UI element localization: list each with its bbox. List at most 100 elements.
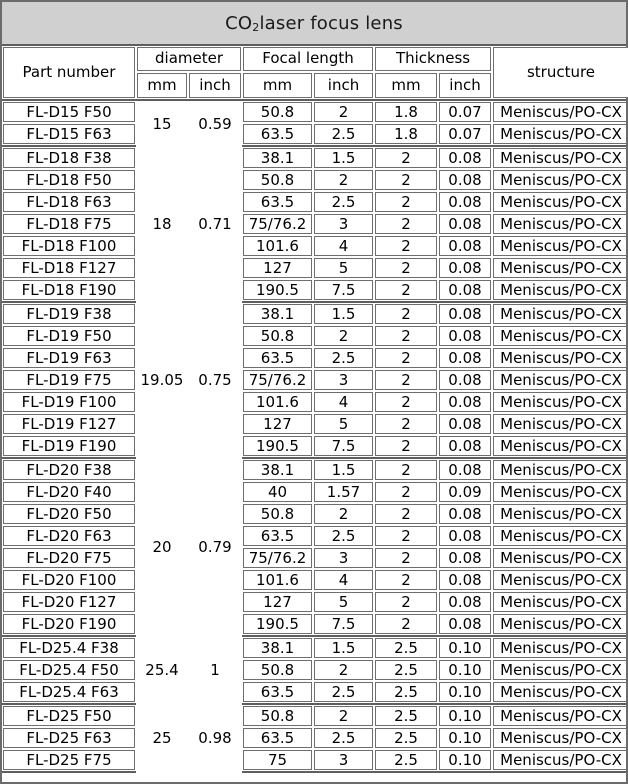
focal-length-inch-cell: 3 xyxy=(313,213,374,235)
header-focal-length-label: Focal length xyxy=(243,47,373,71)
part-number-cell: FL-D19 F63 xyxy=(2,347,136,369)
focal-length-mm: 101.6 xyxy=(243,236,312,256)
focal-length-inch: 5 xyxy=(314,258,373,278)
structure-value-cell: Meniscus/PO-CX xyxy=(492,146,626,169)
focal-length-inch: 2 xyxy=(314,504,373,524)
part-number-cell: FL-D20 F38 xyxy=(2,458,136,481)
focal-length-mm: 50.8 xyxy=(243,660,312,680)
focal-length-inch: 2 xyxy=(314,706,373,726)
thickness-mm: 2.5 xyxy=(375,750,437,770)
structure-value: Meniscus/PO-CX xyxy=(493,348,626,368)
header-cell-thickness-mm: mm xyxy=(374,72,438,99)
thickness-mm: 2.5 xyxy=(375,728,437,748)
focal-length-mm-cell: 190.5 xyxy=(242,435,313,459)
focal-length-mm-cell: 50.8 xyxy=(242,169,313,191)
header-cell-structure: structure xyxy=(492,46,628,99)
focal-length-mm-cell: 101.6 xyxy=(242,235,313,257)
thickness-mm-cell: 2 xyxy=(374,591,438,613)
thickness-mm: 2 xyxy=(375,370,437,390)
part-number: FL-D20 F40 xyxy=(3,482,135,502)
structure-value: Meniscus/PO-CX xyxy=(493,148,626,168)
thickness-mm: 2 xyxy=(375,526,437,546)
thickness-inch-cell: 0.08 xyxy=(438,191,492,213)
thickness-mm: 2 xyxy=(375,236,437,256)
thickness-inch: 0.08 xyxy=(439,148,491,168)
part-number: FL-D18 F127 xyxy=(3,258,135,278)
focal-length-inch-cell: 3 xyxy=(313,369,374,391)
part-number-cell: FL-D19 F100 xyxy=(2,391,136,413)
thickness-mm-cell: 2 xyxy=(374,257,438,279)
thickness-mm-cell: 2 xyxy=(374,169,438,191)
part-number: FL-D25.4 F38 xyxy=(3,638,135,658)
focal-length-inch: 7.5 xyxy=(314,436,373,456)
structure-value: Meniscus/PO-CX xyxy=(493,102,626,122)
focal-length-mm-cell: 50.8 xyxy=(242,659,313,681)
structure-value: Meniscus/PO-CX xyxy=(493,304,626,324)
structure-value: Meniscus/PO-CX xyxy=(493,570,626,590)
header-thickness-label: Thickness xyxy=(375,47,492,71)
thickness-inch-cell: 0.08 xyxy=(438,435,492,459)
focal-length-mm-cell: 50.8 xyxy=(242,503,313,525)
focal-length-inch-cell: 2.5 xyxy=(313,347,374,369)
thickness-mm-cell: 2 xyxy=(374,347,438,369)
part-number: FL-D18 F100 xyxy=(3,236,135,256)
focal-length-inch-cell: 7.5 xyxy=(313,613,374,637)
thickness-inch-cell: 0.10 xyxy=(438,636,492,659)
diameter-mm-value: 15 xyxy=(152,114,172,133)
focal-length-mm: 63.5 xyxy=(243,348,312,368)
structure-value-cell: Meniscus/PO-CX xyxy=(492,101,626,123)
thickness-mm-cell: 2.5 xyxy=(374,636,438,659)
focal-length-inch: 3 xyxy=(314,370,373,390)
focal-length-mm: 63.5 xyxy=(243,124,312,144)
thickness-inch-cell: 0.08 xyxy=(438,302,492,325)
focal-length-inch-cell: 7.5 xyxy=(313,435,374,459)
focal-length-inch-cell: 2 xyxy=(313,325,374,347)
thickness-mm-cell: 2 xyxy=(374,503,438,525)
body-grid: FL-D15 F50 15 0.59 50.8 2 1.8 0.07 Meniscus/PO-… xyxy=(2,101,626,773)
focal-length-mm: 50.8 xyxy=(243,326,312,346)
structure-value-cell: Meniscus/PO-CX xyxy=(492,435,626,459)
thickness-mm-cell: 2.5 xyxy=(374,704,438,727)
thickness-inch-cell: 0.09 xyxy=(438,481,492,503)
focal-length-inch-cell: 5 xyxy=(313,413,374,435)
thickness-mm: 2 xyxy=(375,392,437,412)
title-prefix: CO xyxy=(225,12,253,34)
thickness-mm-cell: 2 xyxy=(374,547,438,569)
structure-value: Meniscus/PO-CX xyxy=(493,436,626,456)
focal-length-mm: 75/76.2 xyxy=(243,548,312,568)
structure-value: Meniscus/PO-CX xyxy=(493,236,626,256)
table-row: FL-D20 F38 20 0.79 38.1 1.5 2 0.08 Meniscus/PO-… xyxy=(2,458,626,556)
thickness-mm: 2.5 xyxy=(375,682,437,702)
header-cell-thickness-inch: inch xyxy=(438,72,492,99)
part-number: FL-D20 F50 xyxy=(3,504,135,524)
thickness-mm-cell: 2 xyxy=(374,279,438,303)
part-number: FL-D19 F127 xyxy=(3,414,135,434)
thickness-mm-cell: 1.8 xyxy=(374,123,438,147)
structure-value: Meniscus/PO-CX xyxy=(493,614,626,634)
focal-length-mm-cell: 38.1 xyxy=(242,458,313,481)
thickness-inch-cell: 0.10 xyxy=(438,727,492,749)
part-number: FL-D20 F190 xyxy=(3,614,135,634)
thickness-mm: 1.8 xyxy=(375,124,437,144)
diameter-inch-value: 1 xyxy=(210,661,220,679)
focal-length-mm: 101.6 xyxy=(243,392,312,412)
header-cell-diameter-inch: inch xyxy=(188,72,242,99)
part-number-cell: FL-D20 F127 xyxy=(2,591,136,613)
structure-value-cell: Meniscus/PO-CX xyxy=(492,525,626,547)
thickness-mm: 2 xyxy=(375,214,437,234)
thickness-mm: 2 xyxy=(375,592,437,612)
thickness-inch: 0.10 xyxy=(439,638,491,658)
focal-length-inch-cell: 4 xyxy=(313,391,374,413)
part-number-cell: FL-D19 F127 xyxy=(2,413,136,435)
part-number-cell: FL-D18 F75 xyxy=(2,213,136,235)
part-number: FL-D25.4 F50 xyxy=(3,660,135,680)
thickness-inch: 0.10 xyxy=(439,728,491,748)
thickness-inch: 0.08 xyxy=(439,504,491,524)
focal-length-inch-cell: 2.5 xyxy=(313,191,374,213)
thickness-mm-cell: 2 xyxy=(374,613,438,637)
focal-length-mm-cell: 63.5 xyxy=(242,727,313,749)
table-row: FL-D25 F75 75 3 2.5 0.10 Meniscus/PO-CX xyxy=(2,749,626,773)
part-number-cell: FL-D20 F190 xyxy=(2,613,136,637)
focal-length-inch: 1.57 xyxy=(314,482,373,502)
focal-length-mm: 40 xyxy=(243,482,312,502)
